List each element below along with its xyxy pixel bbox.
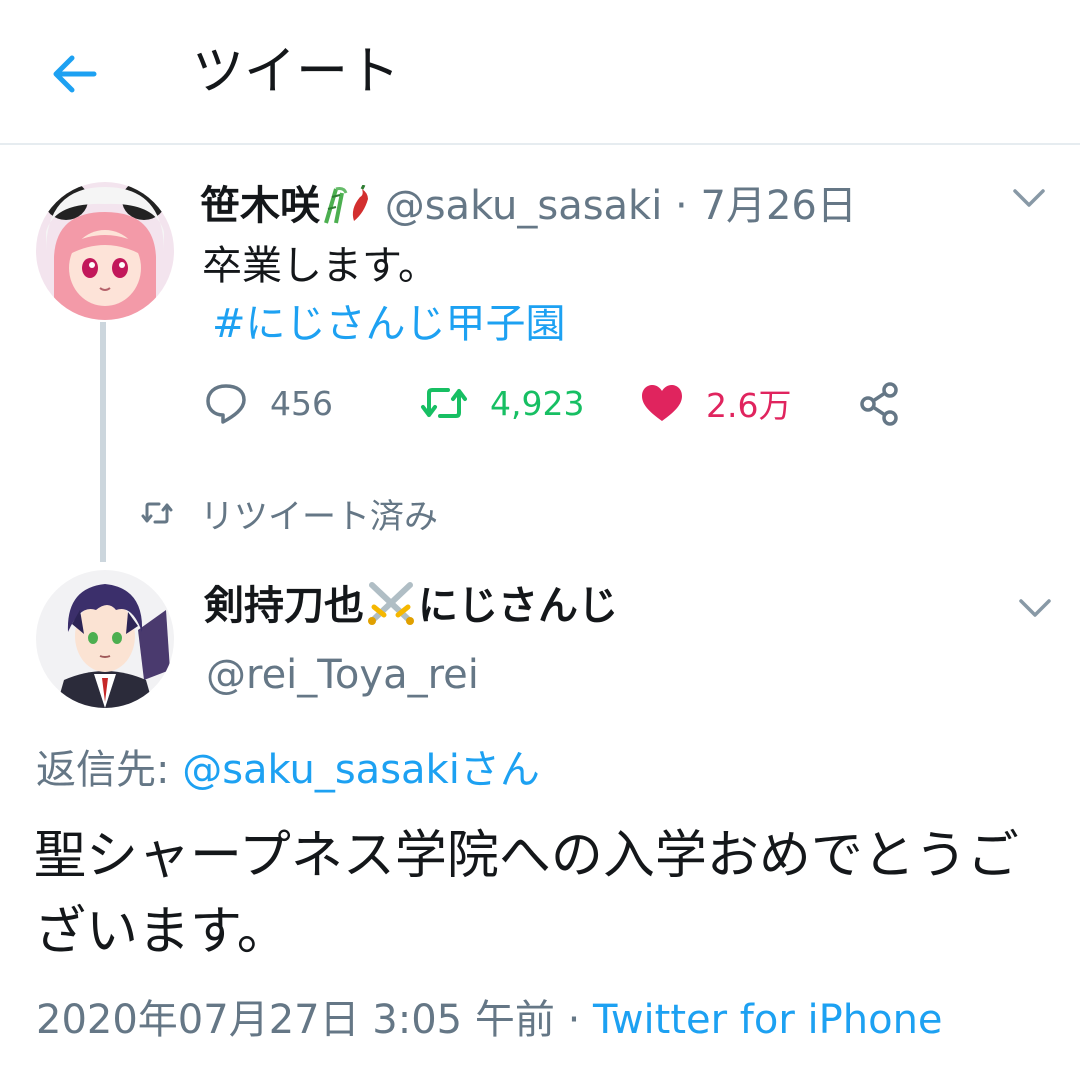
avatar-saku-sasaki[interactable]	[36, 182, 174, 320]
page-title: ツイート	[192, 42, 401, 102]
reply-to-line: 返信先: @saku_sasakiさん	[36, 742, 540, 798]
chevron-down-icon[interactable]	[1012, 186, 1046, 210]
tweet1-date[interactable]: 7月26日	[701, 183, 857, 229]
retweeted-label: リツイート済み	[140, 490, 438, 537]
heart-icon	[642, 385, 682, 421]
crossed-swords-icon	[368, 582, 414, 625]
meta-separator: ·	[554, 997, 594, 1043]
reply-count: 456	[270, 383, 333, 423]
thread-connector-line	[100, 322, 106, 562]
retweet-button[interactable]: 4,923	[420, 378, 584, 428]
reply-to-prefix: 返信先:	[36, 747, 183, 793]
tweet1-hashtag-link[interactable]: #にじさんじ甲子園	[212, 296, 566, 352]
tweet2-display-name-suffix: にじさんじ	[418, 583, 618, 629]
tweet2-display-name-row[interactable]: 剣持刀也 にじさんじ	[204, 576, 618, 636]
retweeted-label-text: リツイート済み	[200, 496, 438, 537]
share-icon[interactable]	[856, 380, 904, 428]
chevron-down-icon[interactable]	[1018, 596, 1052, 620]
avatar-rei-toya-rei[interactable]	[36, 570, 174, 708]
reply-button[interactable]: 456	[204, 378, 333, 428]
tweet2-timestamp[interactable]: 2020年07月27日 3:05 午前	[36, 997, 555, 1043]
tweet1-display-name[interactable]: 笹木咲	[200, 183, 320, 229]
like-count: 2.6万	[706, 386, 792, 425]
bamboo-icon	[324, 187, 348, 224]
tweet2-source-link[interactable]: Twitter for iPhone	[593, 997, 943, 1043]
tweet1-handle[interactable]: @saku_sasaki	[385, 183, 663, 229]
tweet1-separator: ·	[662, 183, 701, 229]
retweet-count: 4,923	[490, 383, 585, 423]
tweet2-text: 聖シャープネス学院への入学おめでとうございます。	[34, 826, 1019, 962]
tweet2-display-name: 剣持刀也	[204, 583, 364, 629]
reply-to-mention-link[interactable]: @saku_sasakiさん	[182, 747, 540, 793]
retweet-icon	[421, 388, 467, 418]
retweet-small-icon	[141, 502, 173, 524]
reply-icon	[206, 384, 246, 424]
tweet1-header: 笹木咲 @saku_sasaki · 7月26日	[200, 176, 857, 236]
tweet1-text: 卒業します。	[202, 243, 438, 289]
like-button[interactable]: 2.6万	[640, 378, 791, 428]
back-arrow-icon[interactable]	[50, 50, 98, 98]
app-header	[0, 0, 1080, 145]
chili-pepper-icon	[352, 184, 368, 221]
tweet2-handle[interactable]: @rei_Toya_rei	[206, 646, 479, 704]
tweet2-meta: 2020年07月27日 3:05 午前 · Twitter for iPhone	[36, 990, 943, 1050]
